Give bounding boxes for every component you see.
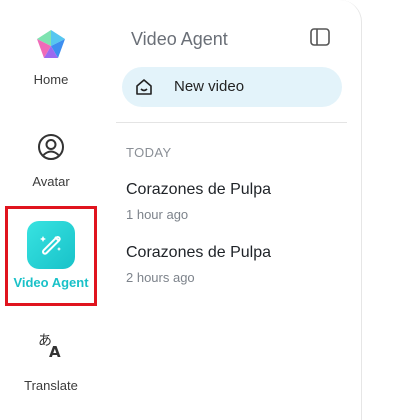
history-item-title: Corazones de Pulpa [126,181,271,198]
history-item[interactable]: Corazones de Pulpa 2 hours ago [126,244,346,285]
panel-title: Video Agent [131,29,228,49]
history-item-time: 2 hours ago [126,270,195,285]
section-label-today: TODAY [126,145,172,160]
history-item[interactable]: Corazones de Pulpa 1 hour ago [126,181,346,222]
nav-label-translate: Translate [24,378,78,393]
magic-wand-icon [40,235,61,255]
user-circle-icon [38,134,64,160]
nav-item-avatar[interactable]: Avatar [0,132,102,189]
nav-label-video-agent: Video Agent [13,275,89,290]
video-agent-tile [27,221,75,269]
nav-item-translate[interactable]: あ A Translate [0,330,102,393]
svg-text:A: A [49,343,61,360]
history-item-title: Corazones de Pulpa [126,244,271,261]
brand-logo-icon [37,30,65,58]
nav-label-avatar: Avatar [32,174,70,189]
home-icon [136,79,152,95]
new-video-label: New video [174,78,245,95]
translate-icon: あ A [38,333,61,360]
nav-label-home: Home [33,72,69,87]
new-video-button[interactable]: New video [122,67,342,107]
divider [116,122,347,123]
video-agent-panel: Video Agent New video TODAY Corazones de… [102,0,362,420]
sidebar-toggle-icon[interactable] [310,28,330,46]
nav-item-video-agent[interactable]: Video Agent [5,206,97,306]
nav-item-home[interactable]: Home [0,28,102,87]
history-item-time: 1 hour ago [126,207,189,222]
left-nav-rail: Home Avatar Video Agent あ A Translate [0,0,103,403]
